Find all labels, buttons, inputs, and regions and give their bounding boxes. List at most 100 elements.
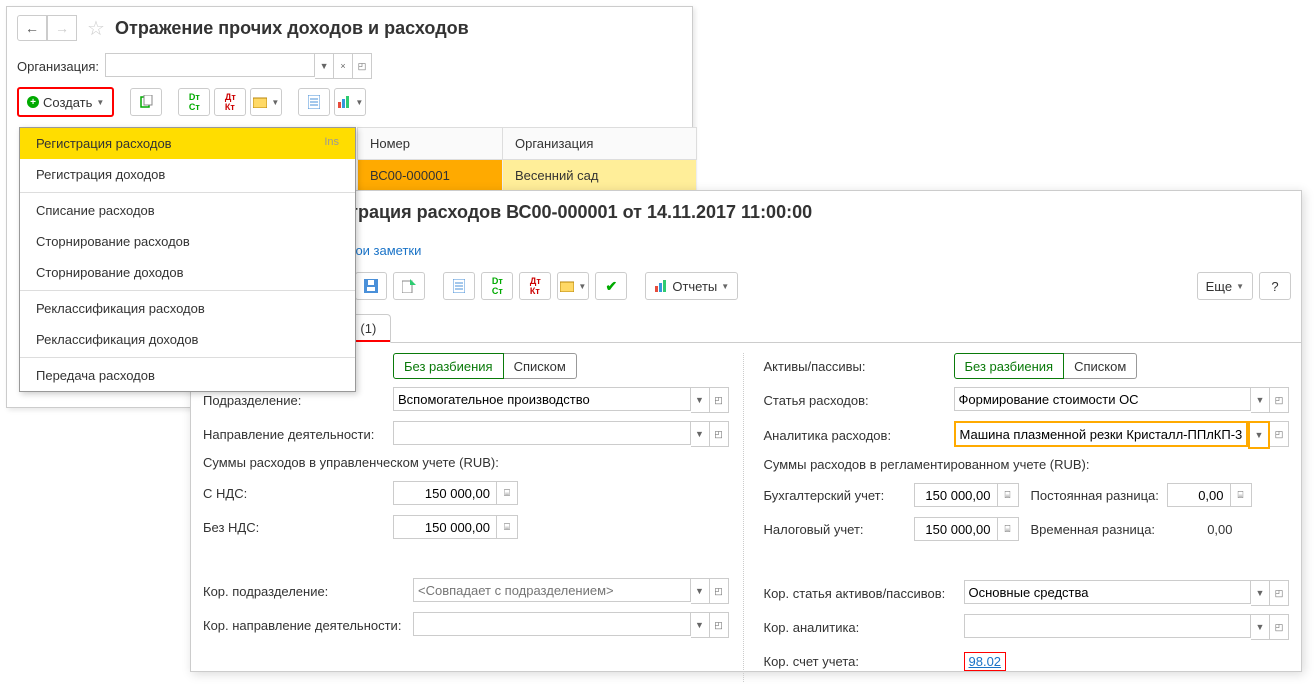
without-vat-input[interactable]: ⌸ — [393, 515, 518, 539]
table-row[interactable]: ВС00-000001 Весенний сад — [357, 160, 697, 192]
open-icon[interactable]: ◰ — [1270, 387, 1289, 413]
post-button[interactable] — [393, 272, 425, 300]
calculator-icon[interactable]: ⌸ — [496, 482, 517, 504]
left-column: Расходы: Без разбиения Списком Подраздел… — [203, 353, 744, 682]
open-icon[interactable]: ◰ — [1270, 421, 1289, 447]
dtct-button[interactable]: DтCт — [481, 272, 513, 300]
table-header: Номер Организация — [357, 127, 697, 160]
org-label: Организация: — [17, 59, 99, 74]
list-button[interactable] — [298, 88, 330, 116]
analytics-input[interactable] — [954, 421, 1249, 447]
with-vat-input[interactable]: ⌸ — [393, 481, 518, 505]
sums-header: Суммы расходов в регламентированном учет… — [764, 457, 1290, 472]
dtkt-button[interactable]: ДтКт — [214, 88, 246, 116]
sub-tabs: Основное Расходы (1) — [191, 314, 1301, 343]
accounting-label: Бухгалтерский учет: — [764, 488, 914, 503]
help-button[interactable]: ? — [1259, 272, 1291, 300]
open-icon[interactable]: ◰ — [710, 387, 729, 413]
tax-input[interactable]: ⌸ — [914, 517, 1019, 541]
with-vat-label: С НДС: — [203, 486, 393, 501]
approve-button[interactable]: ✔ — [595, 272, 627, 300]
dropdown-icon[interactable]: ▼ — [691, 421, 710, 447]
calculator-icon[interactable]: ⌸ — [997, 484, 1018, 506]
folder-button[interactable]: ▼ — [250, 88, 282, 116]
dropdown-icon[interactable]: ▼ — [691, 612, 710, 638]
org-open-icon[interactable]: ◰ — [353, 53, 372, 79]
dropdown-icon[interactable]: ▼ — [1248, 421, 1270, 449]
org-dropdown-icon[interactable]: ▼ — [315, 53, 334, 79]
calculator-icon[interactable]: ⌸ — [1230, 484, 1251, 506]
dropdown-icon[interactable]: ▼ — [1251, 580, 1270, 606]
nav-back-button[interactable]: ← — [17, 15, 47, 41]
more-button[interactable]: Еще▼ — [1197, 272, 1253, 300]
window-register-expenses: ←→ ☆ Регистрация расходов ВС00-000001 от… — [190, 190, 1302, 672]
org-input[interactable] — [105, 53, 315, 77]
dropdown-icon[interactable]: ▼ — [1251, 614, 1270, 640]
cor-activity-input[interactable] — [413, 612, 691, 636]
org-clear-icon[interactable]: × — [334, 53, 353, 79]
open-icon[interactable]: ◰ — [710, 421, 729, 447]
menu-reclass-expenses[interactable]: Реклассификация расходов — [20, 293, 355, 324]
header: ←→ ☆ Отражение прочих доходов и расходов — [7, 7, 692, 49]
menu-transfer-expenses[interactable]: Передача расходов — [20, 360, 355, 391]
cor-analytics-input[interactable] — [964, 614, 1252, 638]
chevron-down-icon: ▼ — [96, 98, 104, 107]
open-icon[interactable]: ◰ — [710, 578, 729, 604]
menu-register-income[interactable]: Регистрация доходов — [20, 159, 355, 190]
folder-button[interactable]: ▼ — [557, 272, 589, 300]
save-button[interactable] — [355, 272, 387, 300]
page-title: Отражение прочих доходов и расходов — [115, 18, 469, 39]
plus-icon: + — [27, 96, 39, 108]
perm-diff-input[interactable]: ⌸ — [1167, 483, 1252, 507]
copy-button[interactable] — [130, 88, 162, 116]
no-split-button[interactable]: Без разбиения — [393, 353, 504, 379]
create-button[interactable]: + Создать ▼ — [17, 87, 114, 117]
dropdown-icon[interactable]: ▼ — [691, 578, 710, 604]
dtkt-button[interactable]: ДтКт — [519, 272, 551, 300]
cell-number: ВС00-000001 — [357, 160, 503, 192]
menu-register-expenses[interactable]: Регистрация расходовIns — [20, 128, 355, 159]
nav-forward-button[interactable]: → — [47, 15, 77, 41]
reports-button[interactable]: Отчеты▼ — [645, 272, 738, 300]
open-icon[interactable]: ◰ — [710, 612, 729, 638]
cor-dept-input[interactable] — [413, 578, 691, 602]
chart-button[interactable]: ▼ — [334, 88, 366, 116]
calculator-icon[interactable]: ⌸ — [997, 518, 1018, 540]
menu-separator — [20, 192, 355, 193]
activity-input[interactable] — [393, 421, 691, 445]
cor-article-input[interactable] — [964, 580, 1252, 604]
create-label: Создать — [43, 95, 92, 110]
cor-dept-label: Кор. подразделение: — [203, 584, 413, 599]
dept-label: Подразделение: — [203, 393, 393, 408]
menu-storno-expenses[interactable]: Сторнирование расходов — [20, 226, 355, 257]
header: ←→ ☆ Регистрация расходов ВС00-000001 от… — [191, 191, 1301, 233]
menu-writeoff-expenses[interactable]: Списание расходов — [20, 195, 355, 226]
open-icon[interactable]: ◰ — [1270, 614, 1289, 640]
assets-label: Активы/пассивы: — [764, 359, 954, 374]
menu-reclass-income[interactable]: Реклассификация доходов — [20, 324, 355, 355]
col-number[interactable]: Номер — [357, 127, 503, 160]
dtct-button[interactable]: DтCт — [178, 88, 210, 116]
cor-account-link[interactable]: 98.02 — [969, 654, 1002, 669]
cor-activity-label: Кор. направление деятельности: — [203, 618, 413, 633]
col-org[interactable]: Организация — [503, 127, 697, 160]
no-split-button[interactable]: Без разбиения — [954, 353, 1065, 379]
accounting-input[interactable]: ⌸ — [914, 483, 1019, 507]
list-button[interactable]: Списком — [504, 353, 577, 379]
menu-separator — [20, 290, 355, 291]
menu-storno-income[interactable]: Сторнирование доходов — [20, 257, 355, 288]
sums-header: Суммы расходов в управленческом учете (R… — [203, 455, 729, 470]
open-icon[interactable]: ◰ — [1270, 580, 1289, 606]
cor-account-label: Кор. счет учета: — [764, 654, 964, 669]
article-input[interactable] — [954, 387, 1252, 411]
dropdown-icon[interactable]: ▼ — [691, 387, 710, 413]
without-vat-label: Без НДС: — [203, 520, 393, 535]
cor-analytics-label: Кор. аналитика: — [764, 620, 964, 635]
documents-table: Номер Организация ВС00-000001 Весенний с… — [357, 127, 697, 192]
dropdown-icon[interactable]: ▼ — [1251, 387, 1270, 413]
calculator-icon[interactable]: ⌸ — [496, 516, 517, 538]
dept-input[interactable] — [393, 387, 691, 411]
list-button[interactable] — [443, 272, 475, 300]
favorite-star-icon[interactable]: ☆ — [85, 17, 107, 39]
list-button[interactable]: Списком — [1064, 353, 1137, 379]
